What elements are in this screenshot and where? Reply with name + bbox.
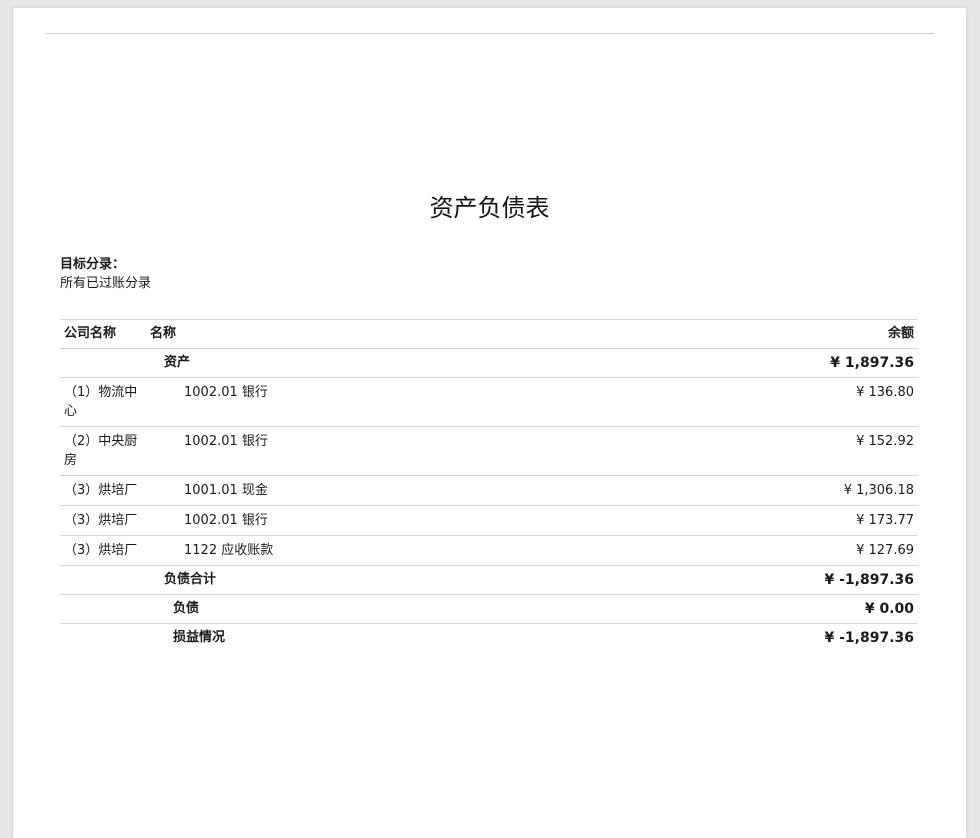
row-company: （1）物流中心 bbox=[60, 377, 146, 427]
liabilities-row: 负债 ¥ 0.00 bbox=[60, 594, 918, 624]
row-balance: ¥ 127.69 bbox=[454, 535, 918, 566]
liabilities-label: 负债 bbox=[173, 601, 200, 616]
profit-loss-value: ¥ -1,897.36 bbox=[454, 623, 918, 652]
report-page: 资产负债表 目标分录： 所有已过账分录 公司名称 名称 余额 资产 ¥ 1,89… bbox=[13, 8, 966, 838]
filter-label: 目标分录： bbox=[60, 257, 126, 272]
row-account: 1002.01 银行 bbox=[184, 434, 268, 449]
filter-info: 目标分录： 所有已过账分录 bbox=[60, 255, 151, 293]
header-company: 公司名称 bbox=[60, 319, 146, 349]
liabilities-total-label: 负债合计 bbox=[164, 572, 217, 587]
report-title: 资产负债表 bbox=[429, 194, 550, 222]
row-account: 1002.01 银行 bbox=[184, 513, 268, 528]
profit-loss-row: 损益情况 ¥ -1,897.36 bbox=[60, 623, 918, 652]
liabilities-total-value: ¥ -1,897.36 bbox=[454, 565, 918, 595]
row-company: （3）烘培厂 bbox=[60, 535, 146, 566]
row-company: （3）烘培厂 bbox=[60, 505, 146, 536]
assets-total: ¥ 1,897.36 bbox=[454, 348, 918, 378]
balance-sheet-table: 公司名称 名称 余额 资产 ¥ 1,897.36 （1）物流中心 1002.01… bbox=[60, 319, 918, 652]
filter-value: 所有已过账分录 bbox=[60, 276, 152, 291]
table-header-row: 公司名称 名称 余额 bbox=[60, 319, 918, 349]
assets-label: 资产 bbox=[164, 355, 191, 370]
row-company: （2）中央厨房 bbox=[60, 426, 146, 476]
profit-loss-label: 损益情况 bbox=[173, 630, 226, 645]
header-divider bbox=[45, 33, 934, 34]
header-balance: 余额 bbox=[454, 319, 918, 349]
row-balance: ¥ 152.92 bbox=[454, 426, 918, 476]
table-row: （2）中央厨房 1002.01 银行 ¥ 152.92 bbox=[60, 426, 918, 476]
table-row: （1）物流中心 1002.01 银行 ¥ 136.80 bbox=[60, 377, 918, 427]
row-account: 1002.01 银行 bbox=[184, 385, 268, 400]
row-company: （3）烘培厂 bbox=[60, 475, 146, 506]
row-balance: ¥ 173.77 bbox=[454, 505, 918, 536]
table-row: （3）烘培厂 1001.01 现金 ¥ 1,306.18 bbox=[60, 475, 918, 506]
row-balance: ¥ 1,306.18 bbox=[454, 475, 918, 506]
header-name: 名称 bbox=[146, 319, 454, 349]
row-account: 1122 应收账款 bbox=[184, 543, 274, 558]
row-balance: ¥ 136.80 bbox=[454, 377, 918, 427]
table-row: （3）烘培厂 1002.01 银行 ¥ 173.77 bbox=[60, 505, 918, 536]
assets-section-row: 资产 ¥ 1,897.36 bbox=[60, 348, 918, 378]
liabilities-total-row: 负债合计 ¥ -1,897.36 bbox=[60, 565, 918, 595]
table-row: （3）烘培厂 1122 应收账款 ¥ 127.69 bbox=[60, 535, 918, 566]
row-account: 1001.01 现金 bbox=[184, 483, 268, 498]
liabilities-value: ¥ 0.00 bbox=[454, 594, 918, 624]
